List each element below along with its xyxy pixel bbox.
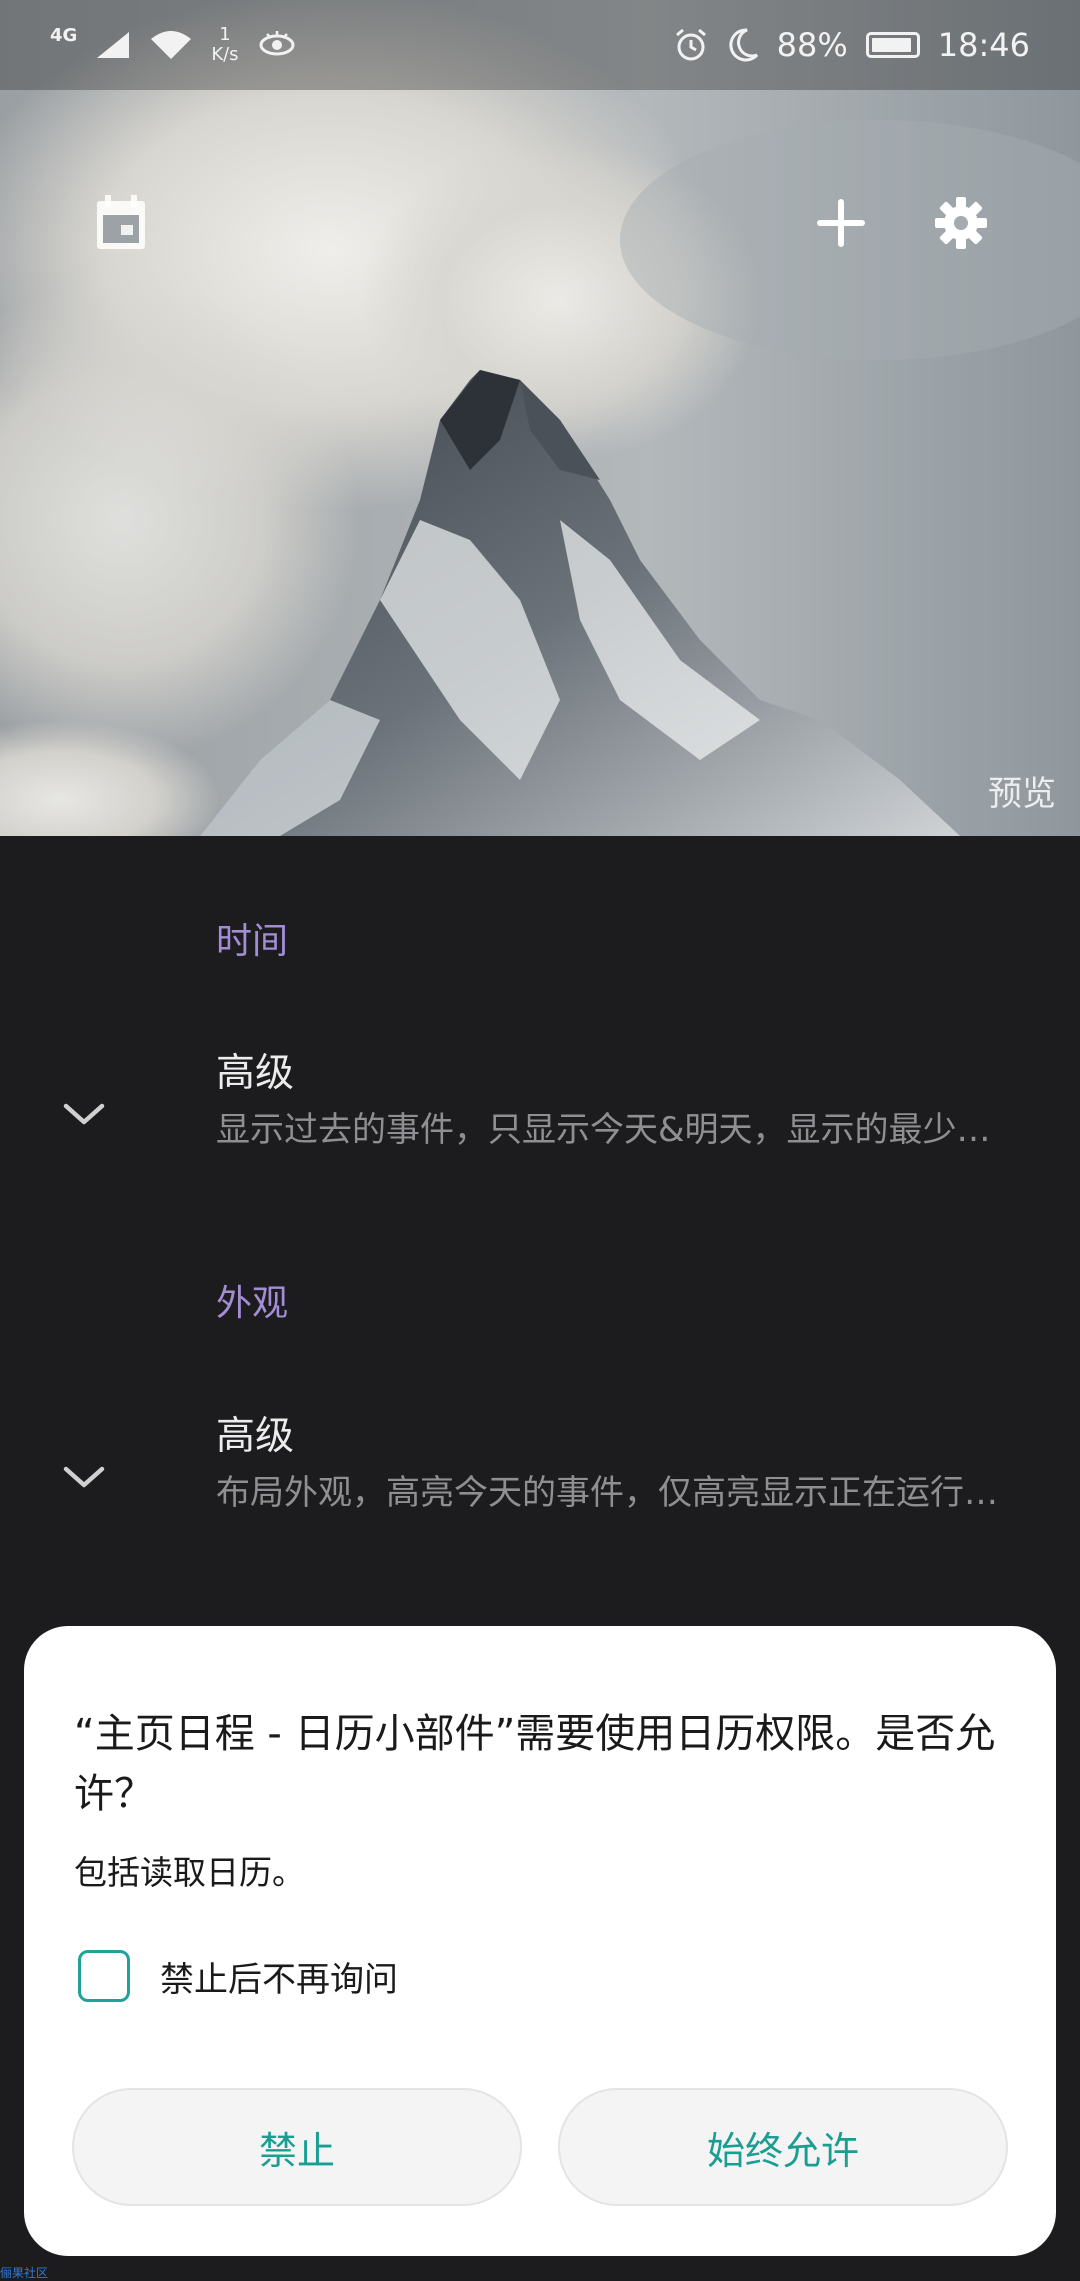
- network-type: 4G: [50, 24, 78, 46]
- mountain-image: [0, 0, 1080, 836]
- section-header-time: 时间: [216, 921, 289, 962]
- setting-title: 高级: [216, 1051, 295, 1096]
- header-image: 4G 1 K/s 88% 18:46 预览: [0, 0, 1080, 836]
- calendar-icon[interactable]: [76, 178, 166, 268]
- alarm-icon: [675, 28, 706, 61]
- dialog-description: 包括读取日历。: [74, 1853, 305, 1892]
- dialog-title: “主页日程 - 日历小部件”需要使用日历权限。是否允许？: [74, 1711, 996, 1817]
- battery-icon: [865, 32, 920, 58]
- always-allow-button[interactable]: 始终允许: [558, 2088, 1008, 2206]
- setting-title: 高级: [216, 1414, 295, 1459]
- dont-ask-again-label[interactable]: 禁止后不再询问: [160, 1952, 398, 2001]
- add-button[interactable]: [796, 178, 886, 268]
- preview-label: 预览: [988, 774, 1056, 814]
- dont-ask-again-checkbox[interactable]: [78, 1950, 130, 2002]
- section-header-appearance: 外观: [216, 1283, 289, 1324]
- signal-icon: [97, 32, 130, 58]
- chevron-down-icon: [63, 1466, 105, 1488]
- dont-ask-again-row[interactable]: 禁止后不再询问: [78, 1950, 398, 2002]
- gear-icon: [935, 197, 987, 249]
- setting-row-appearance-advanced[interactable]: 高级 布局外观，高亮今天的事件，仅高亮显示正在运行的事件...: [0, 1405, 1080, 1565]
- chevron-down-icon: [63, 1103, 105, 1125]
- settings-button[interactable]: [916, 178, 1006, 268]
- battery-percent: 88%: [776, 26, 848, 64]
- setting-row-time-advanced[interactable]: 高级 显示过去的事件，只显示今天&明天，显示的最少天数，...: [0, 1042, 1080, 1202]
- eye-icon: [259, 31, 295, 56]
- deny-button[interactable]: 禁止: [72, 2088, 522, 2206]
- permission-dialog: “主页日程 - 日历小部件”需要使用日历权限。是否允许？ 包括读取日历。 禁止后…: [24, 1626, 1056, 2256]
- setting-subtitle: 布局外观，高亮今天的事件，仅高亮显示正在运行的事件...: [216, 1473, 1016, 1513]
- clock: 18:46: [937, 26, 1030, 64]
- status-bar: 4G 1 K/s 88% 18:46: [0, 0, 1080, 90]
- plus-icon: [817, 199, 865, 247]
- setting-subtitle: 显示过去的事件，只显示今天&明天，显示的最少天数，...: [216, 1110, 1016, 1150]
- wifi-icon: [151, 31, 192, 59]
- moon-icon: [729, 28, 758, 62]
- watermark: 俪果社区: [0, 2266, 49, 2280]
- network-speed: 1 K/s: [211, 24, 239, 65]
